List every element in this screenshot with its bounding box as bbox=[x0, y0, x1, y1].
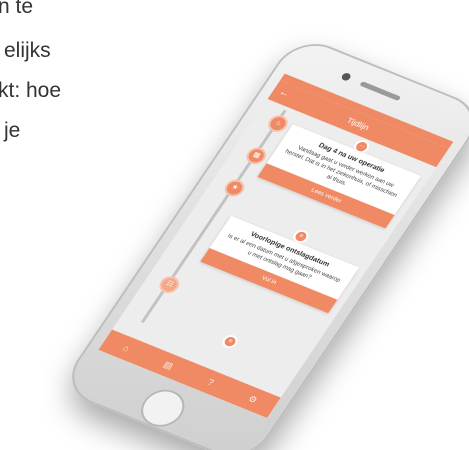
tab-settings-icon[interactable]: ⚙ bbox=[240, 391, 265, 408]
card-discharge-date: Voorlopige ontslagdatum Is er al een dat… bbox=[200, 215, 360, 314]
phone-mockup: ← Tijdlijn ⌂ ▦ ★ ☷ ⋯ Dag 4 na uw operati… bbox=[57, 33, 469, 450]
speaker-grille bbox=[359, 81, 402, 102]
page: n te elijks kt: hoe je ← Tijdlijn ⌂ ▦ ★ … bbox=[0, 0, 469, 450]
camera-icon bbox=[340, 71, 353, 82]
phone-mockup-area: ← Tijdlijn ⌂ ▦ ★ ☷ ⋯ Dag 4 na uw operati… bbox=[0, 0, 469, 450]
tab-bar: ⌂ ▤ ? ⚙ bbox=[98, 329, 281, 419]
list-connector-icon: ≡ bbox=[219, 333, 241, 351]
phone-screen: ← Tijdlijn ⌂ ▦ ★ ☷ ⋯ Dag 4 na uw operati… bbox=[98, 73, 454, 419]
header-title: Tijdlijn bbox=[345, 115, 372, 132]
tab-book-icon[interactable]: ▤ bbox=[156, 357, 181, 374]
tab-question-icon[interactable]: ? bbox=[198, 374, 222, 390]
home-button[interactable] bbox=[132, 383, 193, 433]
tab-home-icon[interactable]: ⌂ bbox=[114, 340, 138, 356]
back-arrow-icon[interactable]: ← bbox=[275, 86, 294, 102]
